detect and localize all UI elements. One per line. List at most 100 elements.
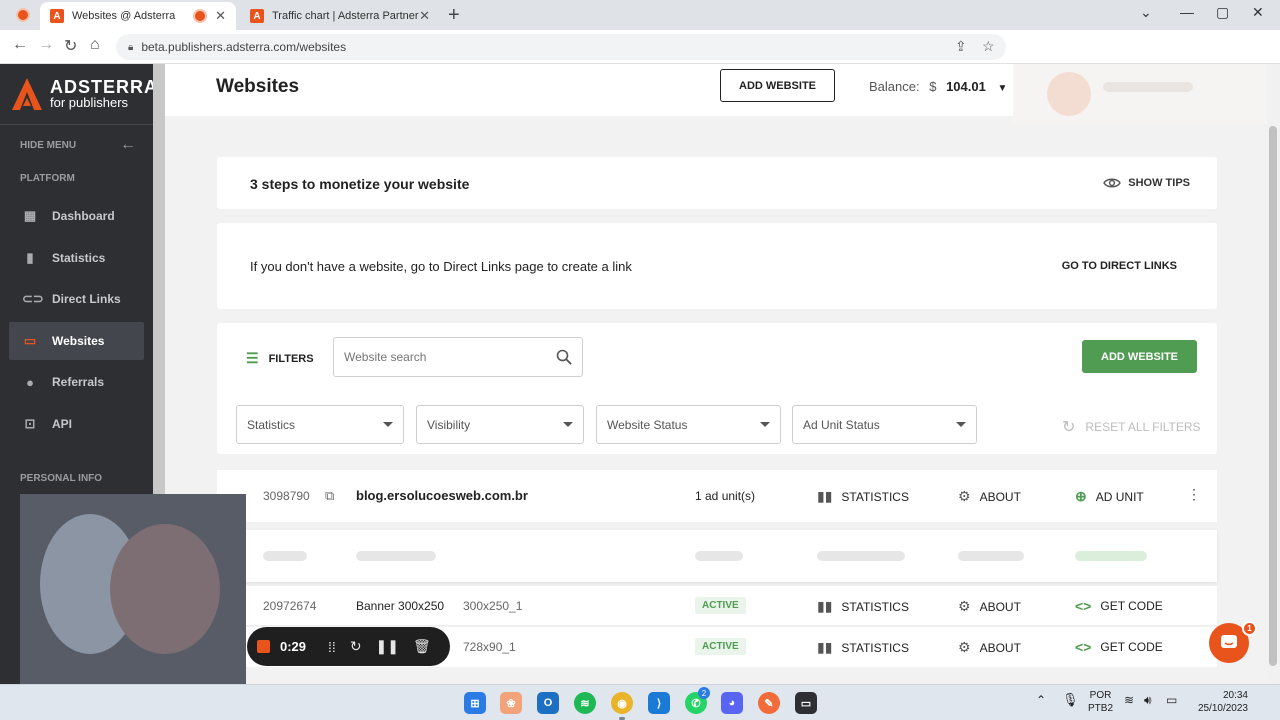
ad-unit-status-select[interactable]: Ad Unit Status [792,405,977,444]
vscode-icon[interactable]: ⟩ [648,692,670,714]
chevron-up-icon[interactable]: ⌃ [1036,694,1046,707]
direct-links-info: If you don't have a website, go to Direc… [250,259,632,274]
minimize-button[interactable]: — [1180,4,1194,20]
address-bar[interactable]: 🔒︎ beta.publishers.adsterra.com/websites [116,34,1006,60]
statistics-select[interactable]: Statistics [236,405,404,444]
sidebar-item-referrals[interactable]: ● Referrals [9,363,144,401]
blurred-row [217,530,1217,582]
filters-card: ☰ FILTERS ADD WEBSITE Statistics Visibil… [217,323,1217,454]
select-label: Website Status [607,417,688,432]
scrollbar-thumb[interactable] [1269,126,1277,666]
sidebar-item-statistics[interactable]: ▮ Statistics [9,239,144,277]
go-to-direct-links-button[interactable]: GO TO DIRECT LINKS [1062,260,1177,272]
adsterra-logo[interactable]: ADSTERRA for publishers [12,78,158,110]
reset-all-filters-button[interactable]: ↻ RESET ALL FILTERS [1062,417,1201,437]
chrome-icon[interactable]: ◉ [611,692,633,714]
get-code-button[interactable]: <> GET CODE [1075,639,1163,655]
hide-menu-button[interactable]: HIDE MENU [20,140,76,151]
volume-icon[interactable]: 🔊︎ [1144,694,1152,707]
statistics-label: STATISTICS [841,640,909,655]
lock-icon: 🔒︎ [128,41,134,53]
close-tab-icon[interactable]: ✕ [215,8,226,24]
tab-traffic-chart[interactable]: A Traffic chart | Adsterra Partners ✕ [240,2,440,30]
people-icon: ● [26,374,34,390]
ad-unit-about-button[interactable]: ⚙ ABOUT [958,598,1021,615]
ad-unit-about-button[interactable]: ⚙ ABOUT [958,639,1021,656]
balance[interactable]: Balance: $ 104.01 ▼ [869,79,1007,94]
restart-icon[interactable]: ↻ [350,638,362,655]
sidebar-item-dashboard[interactable]: ▦ Dashboard [9,197,144,235]
forward-arrow-icon[interactable]: → [38,36,54,54]
discord-icon[interactable]: ◕ [721,692,743,714]
website-status-select[interactable]: Website Status [596,405,781,444]
page-title: Websites [216,76,300,97]
new-tab-button[interactable]: + [448,4,460,27]
app-icon[interactable]: ❀ [500,692,522,714]
grid-icon: ▦ [23,208,37,223]
language-indicator[interactable]: POR PTB2 [1088,689,1113,715]
close-tab-icon[interactable]: ✕ [419,8,430,24]
filters-button[interactable]: ☰ FILTERS [246,350,314,367]
status-text: ACTIVE [695,638,746,655]
bookmark-star-icon[interactable]: ☆ [982,38,995,55]
spotify-icon[interactable]: ≋ [574,692,596,714]
website-domain[interactable]: blog.ersolucoesweb.com.br [356,488,528,503]
tab-search-icon[interactable]: ⌄ [1140,4,1152,21]
clock[interactable]: 20:34 25/10/2023 [1192,689,1248,715]
close-window-button[interactable]: ✕ [1252,4,1264,21]
ad-unit-statistics-button[interactable]: ▮▮ STATISTICS [817,639,909,656]
get-code-button[interactable]: <> GET CODE [1075,598,1163,614]
website-row[interactable]: 3098790 ⧉ blog.ersolucoesweb.com.br 1 ad… [217,470,1217,522]
webcam-overlay [20,494,246,686]
copy-icon[interactable]: ⧉ [325,488,334,504]
adsterra-logo-icon [12,78,42,110]
collapse-arrow-icon[interactable]: ← [120,136,136,154]
get-code-label: GET CODE [1100,599,1163,613]
tab-websites[interactable]: A Websites @ Adsterra ✕ [40,2,236,30]
more-vertical-icon[interactable]: ⋮ [1187,486,1201,503]
sidebar-item-api[interactable]: ⊡ API [9,405,144,443]
pause-icon[interactable]: ❚❚ [376,638,399,655]
code-icon: <> [1075,639,1092,655]
trash-icon[interactable]: 🗑︎ [413,638,431,655]
clock-time: 20:34 [1222,690,1248,701]
sidebar-item-websites[interactable]: ▭ Websites [9,322,144,360]
drag-handle-icon[interactable]: ⁞⁞ [328,639,336,655]
adsterra-favicon-icon: A [50,9,64,23]
reload-icon[interactable]: ↻ [64,36,77,56]
add-website-button[interactable]: ADD WEBSITE [720,69,835,102]
search-input[interactable] [344,350,556,364]
website-statistics-button[interactable]: ▮▮ STATISTICS [817,488,909,505]
terminal-icon: ⊡ [24,416,36,431]
status-text: ACTIVE [695,597,746,614]
ad-unit-row[interactable]: 20972674 Banner 300x250 300x250_1 ACTIVE… [217,586,1217,626]
logo-title: ADSTERRA [50,77,159,97]
ad-unit-size: 300x250_1 [463,599,523,613]
visibility-select[interactable]: Visibility [416,405,584,444]
chevron-down-icon [760,422,770,427]
app-icon[interactable]: ✎ [758,692,780,714]
share-icon[interactable]: ⇪ [955,38,967,55]
add-ad-unit-button[interactable]: ⊕ AD UNIT [1075,488,1144,505]
gear-icon: ⚙ [958,488,971,504]
maximize-button[interactable]: ▢ [1216,4,1229,21]
sidebar-item-direct-links[interactable]: ⊂⊃ Direct Links [9,280,144,318]
show-tips-button[interactable]: SHOW TIPS [1103,177,1190,189]
ad-unit-statistics-button[interactable]: ▮▮ STATISTICS [817,598,909,615]
website-about-button[interactable]: ⚙ ABOUT [958,488,1021,505]
add-website-green-button[interactable]: ADD WEBSITE [1082,340,1197,373]
page-scrollbar[interactable] [1267,64,1280,684]
terminal-icon[interactable]: ▭ [795,692,817,714]
outlook-icon[interactable]: O [537,692,559,714]
blurred-user-menu[interactable] [1013,64,1267,124]
stop-recording-button[interactable] [257,640,270,653]
wifi-icon[interactable]: ≋ [1124,694,1134,707]
home-icon[interactable]: ⌂ [90,36,100,54]
search-icon[interactable] [556,349,572,365]
ad-unit-id: 20972674 [263,599,317,613]
battery-icon[interactable]: ▭ [1166,694,1177,707]
back-arrow-icon[interactable]: ← [12,36,28,54]
windows-start-icon[interactable]: ⊞ [464,692,486,714]
microphone-icon[interactable]: 🎙︎ [1062,693,1079,706]
website-search[interactable] [333,337,583,377]
